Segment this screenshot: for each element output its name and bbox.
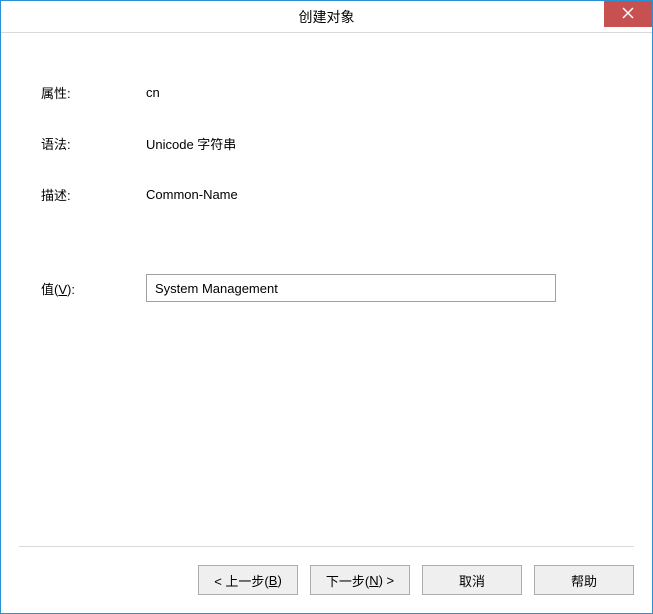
attribute-row: 属性: cn xyxy=(41,83,612,102)
value-label: 值(V): xyxy=(41,279,146,298)
value-row: 值(V): xyxy=(41,274,612,302)
syntax-row: 语法: Unicode 字符串 xyxy=(41,134,612,153)
attribute-value: cn xyxy=(146,85,160,100)
description-value: Common-Name xyxy=(146,187,238,202)
close-icon xyxy=(622,7,634,22)
syntax-label: 语法: xyxy=(41,134,146,153)
button-row: < 上一步(B) 下一步(N) > 取消 帮助 xyxy=(19,565,634,595)
form-area: 属性: cn 语法: Unicode 字符串 描述: Common-Name 值… xyxy=(41,83,612,514)
back-button[interactable]: < 上一步(B) xyxy=(198,565,298,595)
separator xyxy=(19,546,634,547)
footer: < 上一步(B) 下一步(N) > 取消 帮助 xyxy=(1,534,652,613)
help-button[interactable]: 帮助 xyxy=(534,565,634,595)
title-bar: 创建对象 xyxy=(1,1,652,33)
next-button[interactable]: 下一步(N) > xyxy=(310,565,410,595)
dialog-window: 创建对象 属性: cn 语法: Unicode 字符串 描述: Common xyxy=(0,0,653,614)
description-label: 描述: xyxy=(41,185,146,204)
syntax-value: Unicode 字符串 xyxy=(146,134,236,153)
description-row: 描述: Common-Name xyxy=(41,185,612,204)
attribute-label: 属性: xyxy=(41,83,146,102)
close-button[interactable] xyxy=(604,1,652,27)
window-title: 创建对象 xyxy=(1,7,652,27)
content-area: 属性: cn 语法: Unicode 字符串 描述: Common-Name 值… xyxy=(1,33,652,534)
value-input[interactable] xyxy=(146,274,556,302)
cancel-button[interactable]: 取消 xyxy=(422,565,522,595)
